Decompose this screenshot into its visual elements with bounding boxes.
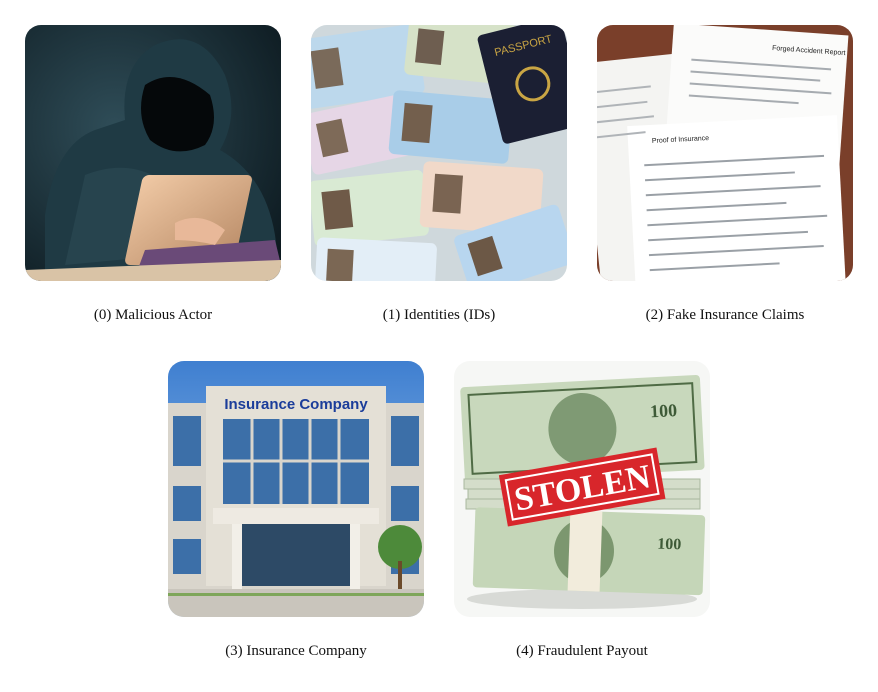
panel-identities: PASSPORT	[311, 25, 567, 281]
bill-value-bottom: 100	[657, 536, 682, 554]
office-building-image: Insurance Company	[168, 361, 424, 617]
panel-malicious-actor	[25, 25, 281, 281]
bill-value-top: 100	[650, 400, 678, 421]
caption-fraudulent-payout: (4) Fraudulent Payout	[516, 643, 648, 659]
id-cards-image: PASSPORT	[311, 25, 567, 281]
stolen-cash-image: 100 100 STOLEN	[454, 361, 710, 617]
building-sign: Insurance Company	[224, 396, 368, 413]
caption-identities: (1) Identities (IDs)	[382, 307, 496, 323]
panel-fake-insurance-claims: Forged Accident Report Proof of Insuranc…	[597, 25, 853, 281]
caption-insurance-company: (3) Insurance Company	[225, 643, 367, 659]
hacker-image	[25, 25, 281, 281]
caption-fake-insurance-claims: (2) Fake Insurance Claims	[645, 307, 805, 323]
claim-forms-image: Forged Accident Report Proof of Insuranc…	[597, 25, 853, 281]
panel-insurance-company: Insurance Company	[168, 361, 424, 617]
panel-fraudulent-payout: 100 100 STOLEN	[454, 361, 710, 617]
caption-malicious-actor: (0) Malicious Actor	[93, 307, 213, 323]
